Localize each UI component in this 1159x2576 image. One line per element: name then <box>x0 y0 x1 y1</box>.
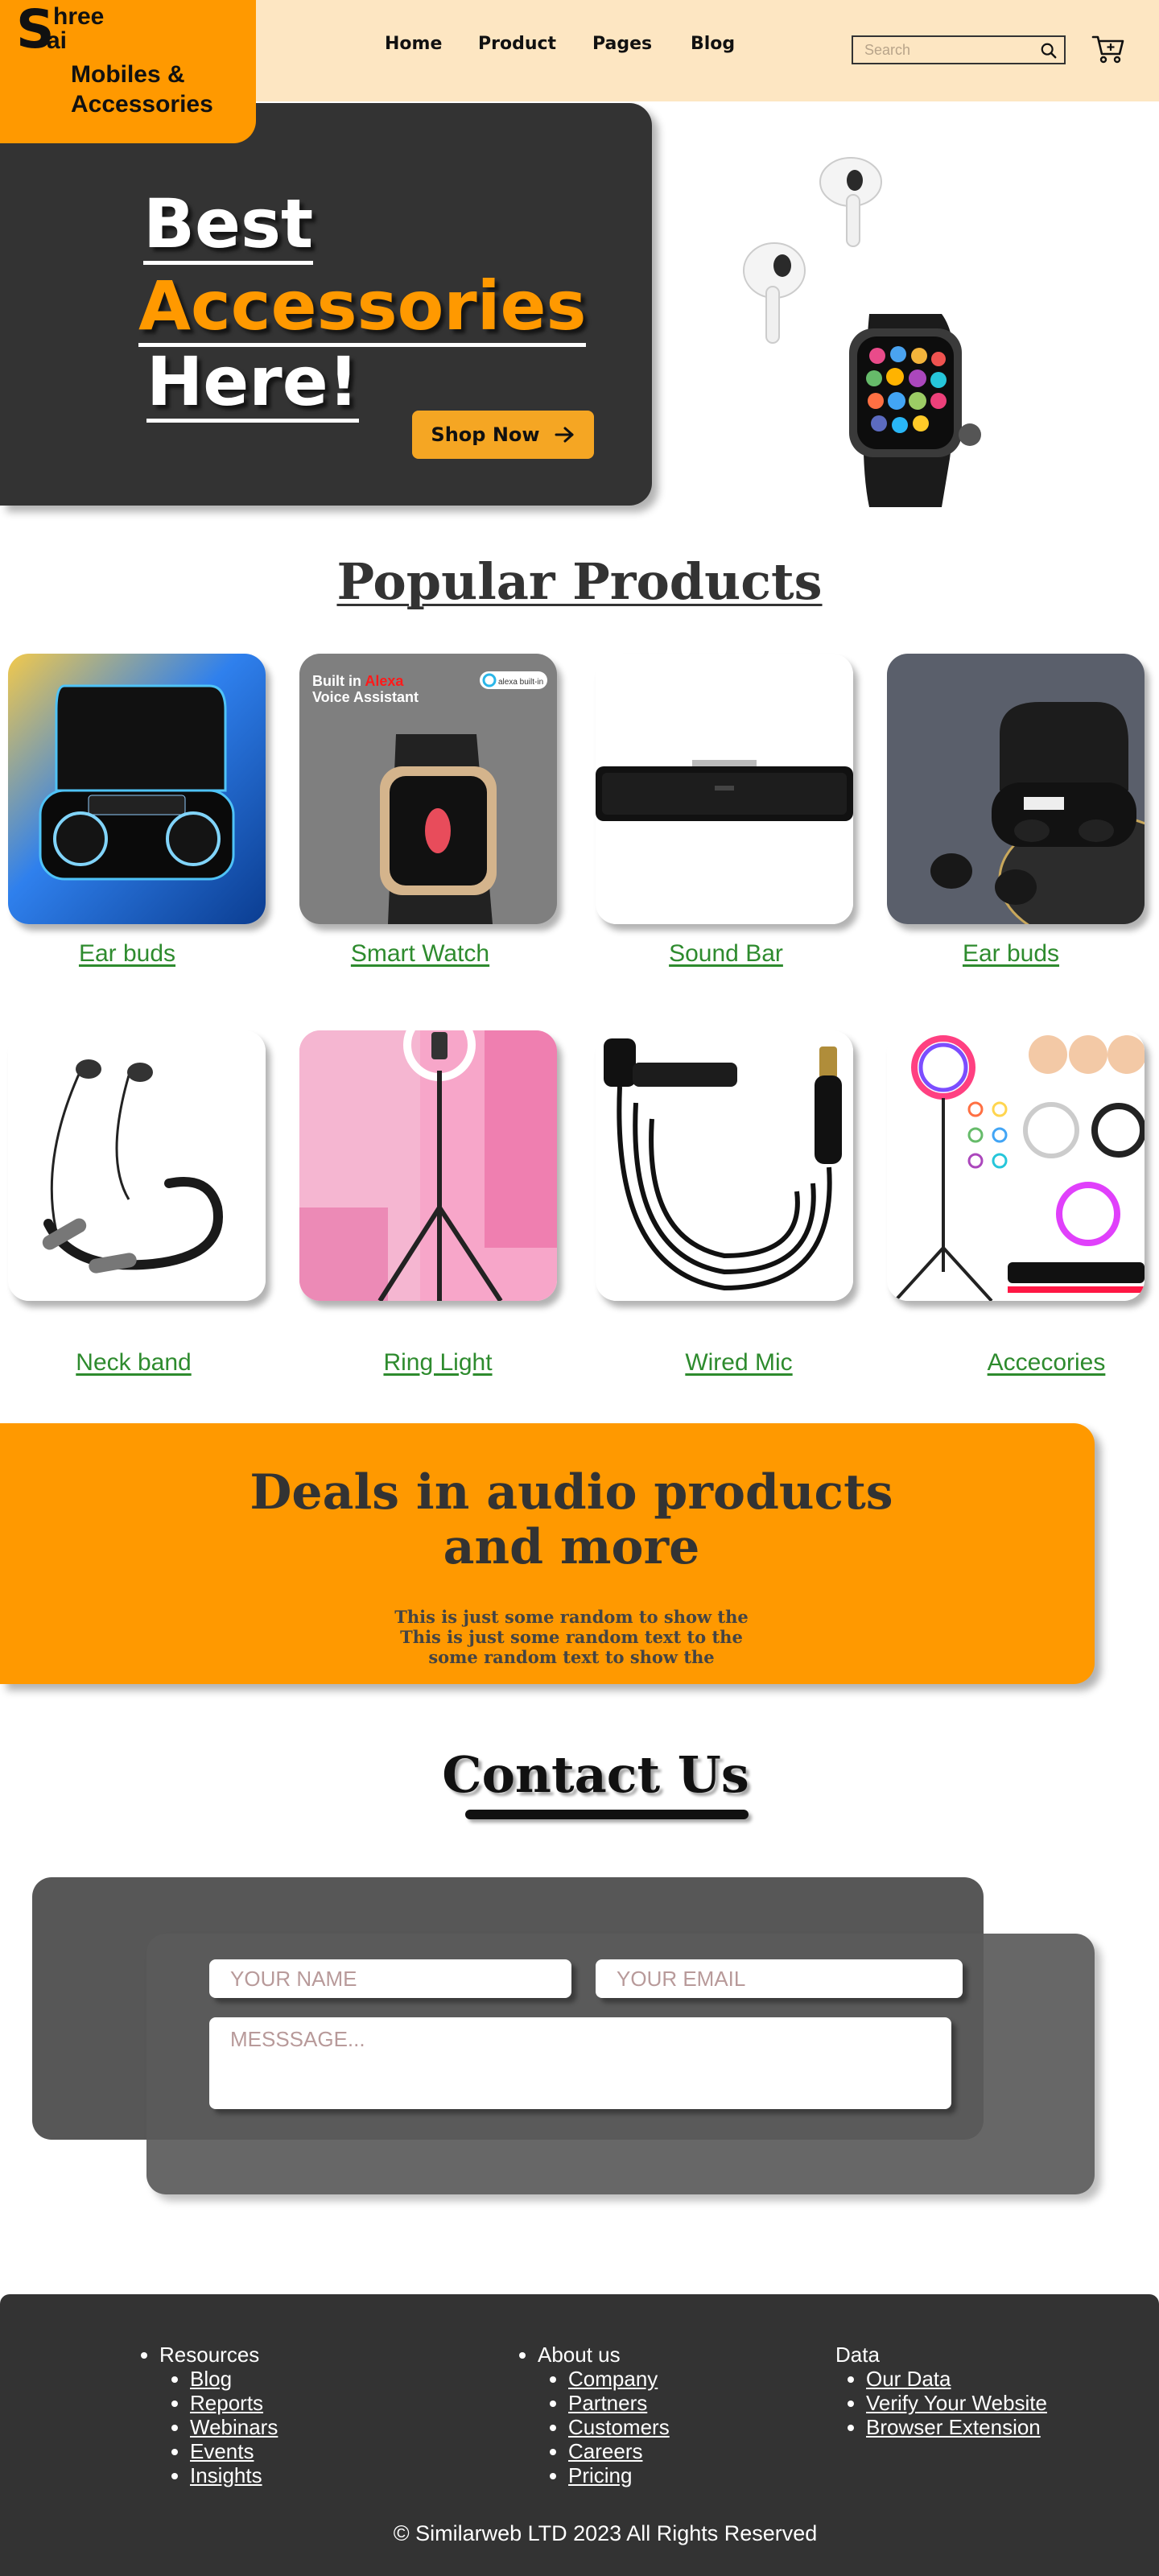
earbuds-black-case-image <box>887 654 1145 924</box>
ring-light-image <box>299 1030 557 1301</box>
deals-heading-line-1: Deals in audio products <box>250 1464 893 1521</box>
footer-link-partners[interactable]: Partners <box>568 2391 647 2415</box>
sound-bar-image <box>596 654 853 924</box>
shop-now-label: Shop Now <box>431 423 540 446</box>
product-label-wired-mic[interactable]: Wired Mic <box>610 1349 868 1377</box>
footer-link-webinars[interactable]: Webinars <box>190 2415 278 2439</box>
product-card-accessories[interactable] <box>887 1030 1145 1301</box>
wired-mic-image <box>596 1030 853 1301</box>
footer-column-resources: Resources Blog Reports Webinars Events I… <box>129 2343 278 2487</box>
watch-banner-line-1: Built in <box>312 673 365 689</box>
product-card-ring-light[interactable] <box>299 1030 557 1301</box>
product-card-smart-watch[interactable]: Built in Alexa Voice Assistant alexa bui… <box>299 654 557 924</box>
footer-link-insights[interactable]: Insights <box>190 2463 262 2487</box>
footer-link-careers[interactable]: Careers <box>568 2439 642 2463</box>
accessories-collage-image <box>887 1030 1145 1301</box>
message-field[interactable] <box>209 2017 951 2109</box>
name-field[interactable] <box>209 1959 571 1998</box>
product-label-smart-watch[interactable]: Smart Watch <box>291 940 549 968</box>
deals-heading-line-2: and more <box>443 1519 700 1575</box>
product-label-ear-buds[interactable]: Ear buds <box>0 940 256 968</box>
hero-product-image <box>743 157 981 507</box>
product-label-ear-buds-2[interactable]: Ear buds <box>882 940 1140 968</box>
footer-link-blog[interactable]: Blog <box>190 2367 232 2391</box>
hero-heading-line-1: Best <box>143 184 314 265</box>
deals-heading: Deals in audio products and more <box>0 1465 1143 1575</box>
deals-text-line-1: This is just some random to show the <box>394 1607 749 1627</box>
nav-pages[interactable]: Pages <box>592 34 652 54</box>
watch-banner-brand: Alexa <box>365 673 404 689</box>
footer-link-our-data[interactable]: Our Data <box>866 2367 951 2391</box>
logo-line-1: hree <box>53 3 105 30</box>
shop-now-button[interactable]: Shop Now <box>412 411 594 459</box>
email-field[interactable] <box>596 1959 963 1998</box>
product-label-accessories[interactable]: Accecories <box>918 1349 1159 1377</box>
footer-link-reports[interactable]: Reports <box>190 2391 263 2415</box>
product-card-ear-buds[interactable] <box>8 654 266 924</box>
search-box <box>852 35 1066 64</box>
deals-text-line-3: some random text to show the <box>428 1647 715 1667</box>
footer-link-verify-website[interactable]: Verify Your Website <box>866 2391 1047 2415</box>
logo-line-2: ai <box>47 27 68 54</box>
alexa-badge-text: alexa built-in <box>498 678 543 687</box>
earbuds-case-image <box>8 654 266 924</box>
product-label-sound-bar[interactable]: Sound Bar <box>597 940 855 968</box>
neck-band-image <box>8 1030 266 1301</box>
product-card-neck-band[interactable] <box>8 1030 266 1301</box>
airpods-image <box>743 157 882 344</box>
footer-link-pricing[interactable]: Pricing <box>568 2463 632 2487</box>
footer-link-customers[interactable]: Customers <box>568 2415 670 2439</box>
watch-banner-line-2: Voice Assistant <box>312 689 419 705</box>
deals-description: This is just some random to show the Thi… <box>0 1607 1143 1667</box>
hero-heading-line-2: Accessories <box>138 266 587 347</box>
footer-heading-resources: Resources <box>159 2343 260 2367</box>
product-card-sound-bar[interactable] <box>596 654 853 924</box>
search-icon[interactable] <box>1040 42 1058 60</box>
footer-column-data: Data Our Data Verify Your Website Browse… <box>835 2343 1047 2439</box>
contact-title-underline <box>465 1810 749 1819</box>
search-input[interactable] <box>864 40 1033 60</box>
product-card-ear-buds-2[interactable] <box>887 654 1145 924</box>
smartwatch-image <box>849 314 981 507</box>
footer-heading-about: About us <box>538 2343 621 2367</box>
cart-icon[interactable] <box>1091 32 1125 64</box>
footer-link-browser-extension[interactable]: Browser Extension <box>866 2415 1041 2439</box>
product-card-wired-mic[interactable] <box>596 1030 853 1301</box>
logo-subtitle: Mobiles & Accessories <box>71 61 213 118</box>
product-label-neck-band[interactable]: Neck band <box>5 1349 262 1377</box>
popular-products-title: Popular Products <box>336 552 823 611</box>
smart-watch-image: Built in Alexa Voice Assistant alexa bui… <box>299 654 557 924</box>
arrow-right-icon <box>555 427 574 443</box>
deals-text-line-2: This is just some random text to the <box>400 1627 743 1647</box>
footer-link-events[interactable]: Events <box>190 2439 254 2463</box>
footer-copyright: © Similarweb LTD 2023 All Rights Reserve… <box>393 2521 818 2545</box>
footer-heading-data: Data <box>835 2343 880 2367</box>
brand-logo[interactable]: S hree ai Mobiles & Accessories <box>0 0 256 143</box>
footer-link-company[interactable]: Company <box>568 2367 658 2391</box>
product-label-ring-light[interactable]: Ring Light <box>309 1349 567 1377</box>
contact-us-title: Contact Us <box>442 1745 749 1804</box>
nav-blog[interactable]: Blog <box>691 34 735 54</box>
svg-text:Built in Alexa: Built in Alexa <box>312 673 404 689</box>
nav-product[interactable]: Product <box>478 34 556 54</box>
hero-heading-line-3: Here! <box>146 342 359 423</box>
footer-column-about: About us Company Partners Customers Care… <box>507 2343 670 2487</box>
nav-home[interactable]: Home <box>385 34 442 54</box>
